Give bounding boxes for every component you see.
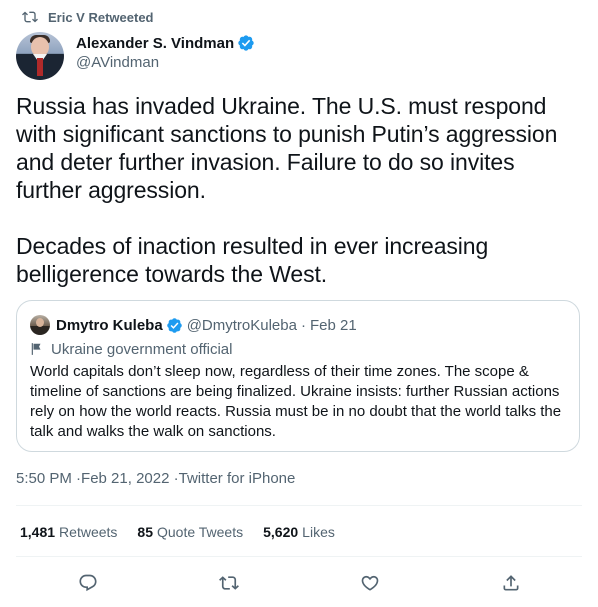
retweet-icon xyxy=(22,11,38,23)
author-display-name[interactable]: Alexander S. Vindman xyxy=(76,35,234,52)
separator-dot: · xyxy=(300,316,306,334)
retweet-button[interactable] xyxy=(216,570,242,596)
likes-stat[interactable]: 5,620 Likes xyxy=(263,524,335,540)
like-button[interactable] xyxy=(357,570,383,596)
verified-badge-icon xyxy=(166,317,182,333)
likes-label: Likes xyxy=(302,524,335,540)
reply-icon xyxy=(79,574,97,592)
retweets-stat[interactable]: 1,481 Retweets xyxy=(20,524,117,540)
author-handle[interactable]: @AVindman xyxy=(76,54,255,71)
verified-badge-icon xyxy=(238,35,254,51)
retweets-label: Retweets xyxy=(59,524,118,540)
tweet-stats: 1,481 Retweets 85 Quote Tweets 5,620 Likes xyxy=(20,524,335,540)
share-icon xyxy=(503,575,519,591)
quoted-tweet-text: World capitals don’t sleep now, regardle… xyxy=(30,363,562,440)
retweet-label[interactable]: Eric V Retweeted xyxy=(48,10,154,25)
like-icon xyxy=(361,575,379,591)
quote-tweets-count: 85 xyxy=(137,524,153,540)
tweet-source[interactable]: Twitter for iPhone xyxy=(169,470,296,487)
quoted-display-name: Dmytro Kuleba xyxy=(56,316,163,334)
tweet-time[interactable]: 5:50 PM xyxy=(16,470,72,487)
quoted-tweet-header: Dmytro Kuleba @DmytroKuleba · Feb 21 xyxy=(30,315,357,335)
quoted-tweet-card[interactable]: Dmytro Kuleba @DmytroKuleba · Feb 21 Ukr… xyxy=(16,300,580,452)
action-bar xyxy=(0,570,598,596)
tweet-meta: 5:50 PM Feb 21, 2022 Twitter for iPhone xyxy=(16,470,295,487)
avatar[interactable] xyxy=(16,32,64,80)
quote-tweets-label: Quote Tweets xyxy=(156,524,244,540)
tweet-text: Russia has invaded Ukraine. The U.S. mus… xyxy=(16,93,558,287)
flag-icon xyxy=(31,343,41,355)
government-label-text: Ukraine government official xyxy=(51,340,233,358)
quoted-avatar xyxy=(30,315,50,335)
tweet-author: Alexander S. Vindman @AVindman xyxy=(16,32,255,80)
government-label: Ukraine government official xyxy=(30,339,232,359)
divider xyxy=(16,556,582,557)
share-button[interactable] xyxy=(498,570,524,596)
likes-count: 5,620 xyxy=(263,524,299,540)
divider xyxy=(16,505,582,506)
tweet-date[interactable]: Feb 21, 2022 xyxy=(72,470,169,487)
reply-button[interactable] xyxy=(75,570,101,596)
retweet-icon xyxy=(219,576,239,590)
retweet-context: Eric V Retweeted xyxy=(22,8,154,26)
retweets-count: 1,481 xyxy=(20,524,56,540)
quoted-date: Feb 21 xyxy=(309,316,357,334)
quote-tweets-stat[interactable]: 85 Quote Tweets xyxy=(137,524,243,540)
quoted-handle: @DmytroKuleba xyxy=(186,316,297,334)
